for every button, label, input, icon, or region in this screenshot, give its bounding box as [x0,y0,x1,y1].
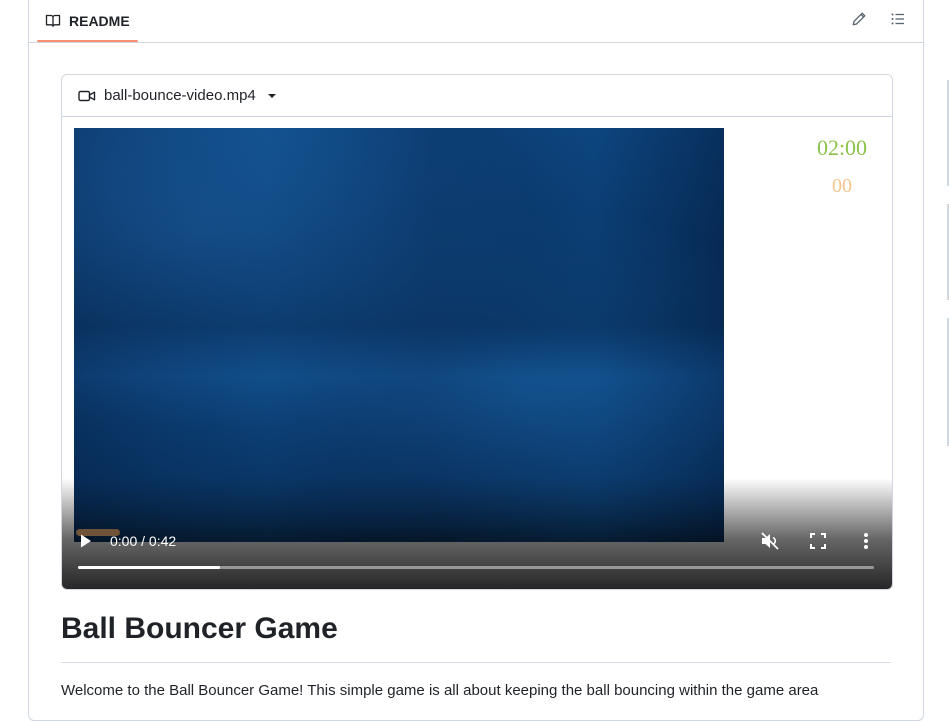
video-embed: ball-bounce-video.mp4 02:00 00 0:00 / 0:… [61,74,893,590]
list-unordered-icon[interactable] [887,9,909,29]
game-score: 00 [832,175,852,197]
chevron-down-icon[interactable] [267,93,276,98]
page-title: Ball Bouncer Game [61,612,338,645]
more-vertical-icon[interactable] [855,530,877,552]
readme-tab[interactable]: README [37,0,138,42]
readme-tab-label: README [69,13,130,29]
device-camera-video-icon [78,88,96,104]
video-filename[interactable]: ball-bounce-video.mp4 [104,87,256,104]
volume-off-icon[interactable] [759,530,781,552]
active-tab-indicator [37,40,138,42]
video-file-header: ball-bounce-video.mp4 [62,75,892,117]
divider [61,662,891,663]
fullscreen-icon[interactable] [807,530,829,552]
book-icon [45,13,61,29]
intro-paragraph: Welcome to the Ball Bouncer Game! This s… [61,682,819,699]
progress-bar[interactable] [78,566,874,569]
play-icon[interactable] [76,531,96,551]
progress-buffered [78,566,221,569]
readme-panel: README ball-bounce-video.mp4 02:00 00 0:… [28,0,924,721]
pencil-icon[interactable] [848,9,870,29]
video-player[interactable]: 02:00 00 0:00 / 0:42 [62,118,892,589]
readme-header: README [29,0,923,43]
game-timer: 02:00 [816,135,868,160]
time-display: 0:00 / 0:42 [110,533,177,549]
